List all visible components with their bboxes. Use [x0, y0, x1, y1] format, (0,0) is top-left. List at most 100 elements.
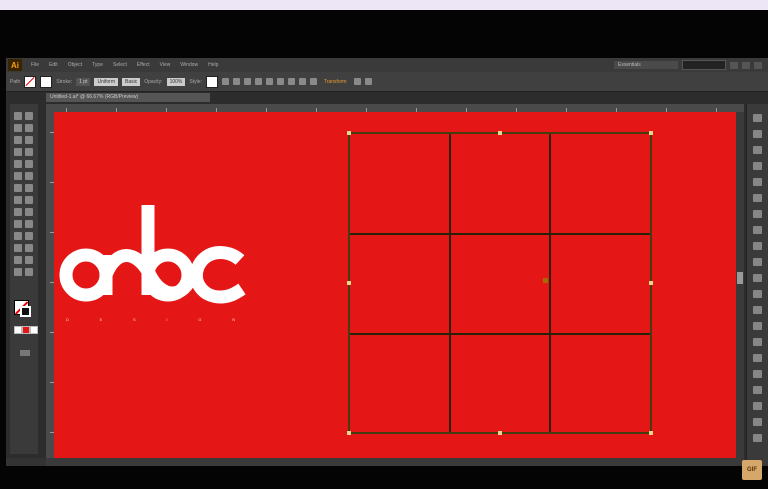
slice-tool-icon[interactable]: [25, 256, 33, 264]
fill-color-swatch[interactable]: [24, 75, 37, 88]
scrollbar-thumb[interactable]: [737, 272, 743, 284]
line-tool-icon[interactable]: [14, 148, 22, 156]
magic-wand-tool-icon[interactable]: [14, 124, 22, 132]
gradient-mode-icon[interactable]: [22, 326, 30, 334]
paragraph-panel-icon[interactable]: [753, 370, 762, 378]
graph-tool-icon[interactable]: [25, 244, 33, 252]
perspective-grid-tool-icon[interactable]: [25, 208, 33, 216]
bounding-handle-bottom-left[interactable]: [347, 431, 351, 435]
color-panel-icon[interactable]: [753, 114, 762, 122]
menu-window[interactable]: Window: [180, 62, 198, 68]
transparency-panel-icon[interactable]: [753, 226, 762, 234]
isolate-icon[interactable]: [353, 78, 361, 85]
bounding-handle-bottom-right[interactable]: [649, 431, 653, 435]
align-middle-icon[interactable]: [265, 78, 273, 85]
help-search-input[interactable]: [682, 60, 726, 70]
symbol-sprayer-tool-icon[interactable]: [14, 244, 22, 252]
graphic-style-swatch[interactable]: [205, 75, 218, 88]
graphic-styles-panel-icon[interactable]: [753, 258, 762, 266]
color-mode-icon[interactable]: [14, 326, 22, 334]
distribute-vertical-icon[interactable]: [298, 78, 306, 85]
align-top-icon[interactable]: [254, 78, 262, 85]
variable-width-profile[interactable]: Uniform: [94, 77, 118, 86]
menu-object[interactable]: Object: [68, 62, 82, 68]
pencil-tool-icon[interactable]: [25, 160, 33, 168]
menu-help[interactable]: Help: [208, 62, 218, 68]
bounding-handle-left[interactable]: [347, 281, 351, 285]
vertical-scrollbar[interactable]: [736, 112, 744, 458]
layers-panel-icon[interactable]: [753, 274, 762, 282]
direct-selection-tool-icon[interactable]: [25, 112, 33, 120]
artboards-panel-icon[interactable]: [753, 290, 762, 298]
align-left-icon[interactable]: [221, 78, 229, 85]
rotate-tool-icon[interactable]: [14, 184, 22, 192]
transform-panel-icon[interactable]: [753, 322, 762, 330]
blob-brush-tool-icon[interactable]: [14, 172, 22, 180]
minimize-button[interactable]: [730, 61, 738, 69]
mesh-tool-icon[interactable]: [14, 220, 22, 228]
menu-view[interactable]: View: [160, 62, 171, 68]
brushes-panel-icon[interactable]: [753, 162, 762, 170]
pen-tool-icon[interactable]: [14, 136, 22, 144]
artboard[interactable]: D E S I G N: [54, 112, 744, 458]
lasso-tool-icon[interactable]: [25, 124, 33, 132]
eraser-tool-icon[interactable]: [25, 172, 33, 180]
bounding-handle-top-left[interactable]: [347, 131, 351, 135]
align-panel-icon[interactable]: [753, 306, 762, 314]
menu-edit[interactable]: Edit: [49, 62, 58, 68]
paintbrush-tool-icon[interactable]: [14, 160, 22, 168]
type-tool-icon[interactable]: [25, 136, 33, 144]
gradient-tool-icon[interactable]: [25, 220, 33, 228]
selected-grid-group[interactable]: [347, 131, 653, 435]
distribute-icon[interactable]: [287, 78, 295, 85]
screen-mode-icon[interactable]: [20, 350, 30, 356]
eyedropper-tool-icon[interactable]: [14, 232, 22, 240]
zoom-tool-icon[interactable]: [25, 268, 33, 276]
brush-definition[interactable]: Basic: [122, 77, 141, 86]
workspace-switcher[interactable]: Essentials: [614, 61, 678, 69]
menu-effect[interactable]: Effect: [137, 62, 150, 68]
info-panel-icon[interactable]: [753, 434, 762, 442]
swatches-panel-icon[interactable]: [753, 146, 762, 154]
stroke-panel-icon[interactable]: [753, 194, 762, 202]
horizontal-scrollbar[interactable]: [46, 458, 744, 466]
opacity-field[interactable]: 100%: [166, 77, 186, 86]
menu-type[interactable]: Type: [92, 62, 103, 68]
close-button[interactable]: [754, 61, 762, 69]
rectangle-tool-icon[interactable]: [25, 148, 33, 156]
artboard-tool-icon[interactable]: [14, 256, 22, 264]
align-center-icon[interactable]: [232, 78, 240, 85]
maximize-button[interactable]: [742, 61, 750, 69]
opentype-panel-icon[interactable]: [753, 386, 762, 394]
blend-tool-icon[interactable]: [25, 232, 33, 240]
color-guide-panel-icon[interactable]: [753, 130, 762, 138]
bounding-handle-bottom[interactable]: [498, 431, 502, 435]
scale-tool-icon[interactable]: [25, 184, 33, 192]
align-bottom-icon[interactable]: [276, 78, 284, 85]
none-mode-icon[interactable]: [30, 326, 38, 334]
stroke-color-swatch[interactable]: [40, 75, 53, 88]
document-tab[interactable]: Untitled-1.ai* @ 66.67% (RGB/Preview): [46, 93, 210, 102]
navigator-panel-icon[interactable]: [753, 418, 762, 426]
menu-file[interactable]: File: [31, 62, 39, 68]
gradient-panel-icon[interactable]: [753, 210, 762, 218]
shape-builder-tool-icon[interactable]: [14, 208, 22, 216]
stroke-weight-field[interactable]: 1 pt: [76, 77, 91, 86]
align-right-icon[interactable]: [243, 78, 251, 85]
width-tool-icon[interactable]: [14, 196, 22, 204]
symbols-panel-icon[interactable]: [753, 178, 762, 186]
bounding-handle-right[interactable]: [649, 281, 653, 285]
panel-menu-icon[interactable]: [364, 78, 372, 85]
menu-select[interactable]: Select: [113, 62, 127, 68]
stroke-black-icon[interactable]: [20, 306, 31, 317]
appearance-panel-icon[interactable]: [753, 242, 762, 250]
bounding-handle-top[interactable]: [498, 131, 502, 135]
free-transform-tool-icon[interactable]: [25, 196, 33, 204]
bounding-handle-top-right[interactable]: [649, 131, 653, 135]
selection-tool-icon[interactable]: [14, 112, 22, 120]
links-panel-icon[interactable]: [753, 402, 762, 410]
character-panel-icon[interactable]: [753, 354, 762, 362]
pathfinder-panel-icon[interactable]: [753, 338, 762, 346]
transform-link[interactable]: Transform: [321, 78, 350, 86]
distribute-horizontal-icon[interactable]: [309, 78, 317, 85]
